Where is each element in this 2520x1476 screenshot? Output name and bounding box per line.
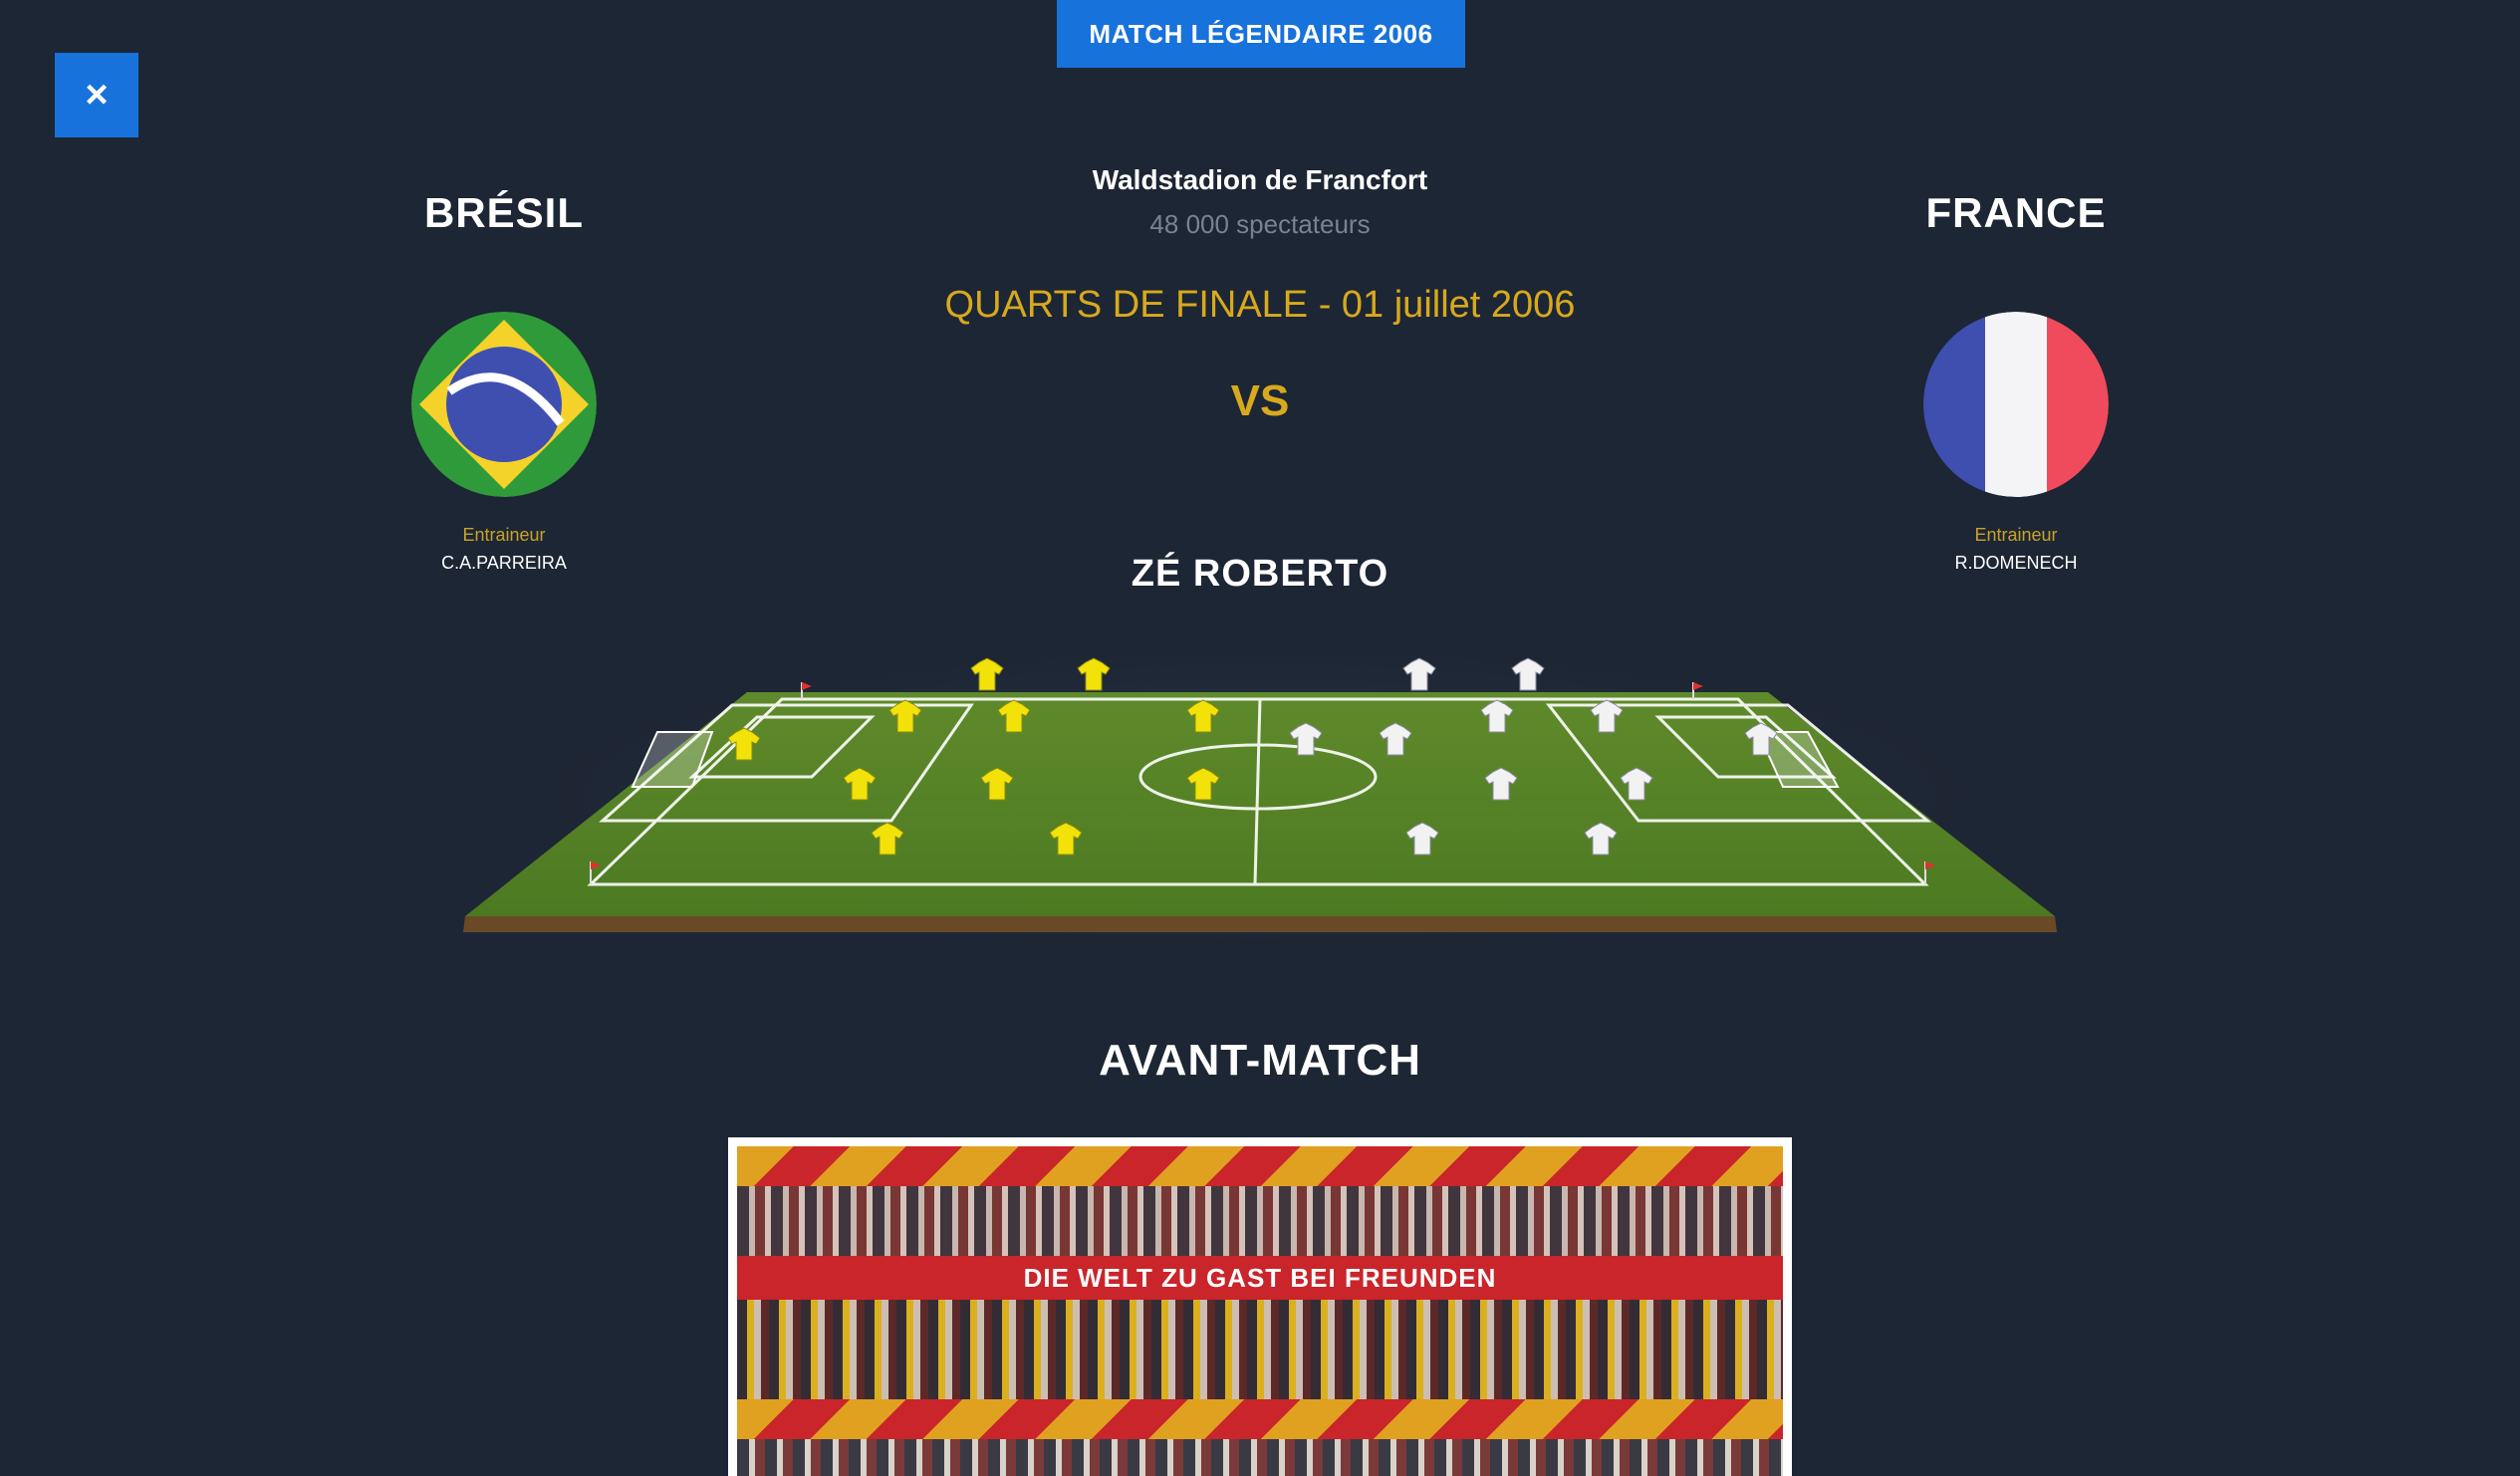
close-icon: × (85, 73, 109, 117)
match-badge: MATCH LÉGENDAIRE 2006 (1057, 0, 1465, 68)
pre-match-photo: DIE WELT ZU GAST BEI FREUNDEN (728, 1137, 1792, 1476)
pitch-lineup (453, 627, 2067, 966)
stadium-name: Waldstadion de Francfort (1092, 164, 1428, 195)
away-coach-name: R.DOMENECH (1954, 553, 2078, 573)
home-coach-label: Entraineur (462, 525, 546, 545)
spectator-count: 48 000 spectateurs (1149, 209, 1371, 239)
match-round-date: QUARTS DE FINALE - 01 juillet 2006 (944, 284, 1576, 326)
home-coach-name: C.A.PARREIRA (441, 553, 567, 573)
close-button[interactable]: × (55, 53, 138, 137)
brazil-flag-icon (411, 312, 597, 497)
away-team-name: FRANCE (1925, 189, 2107, 236)
highlighted-player-name: ZÉ ROBERTO (1131, 553, 1389, 595)
section-title: AVANT-MATCH (1099, 1036, 1421, 1085)
stadium-banner-text: DIE WELT ZU GAST BEI FREUNDEN (1023, 1263, 1497, 1293)
france-flag-icon (1923, 312, 2109, 497)
home-team-name: BRÉSIL (423, 189, 584, 236)
away-coach-label: Entraineur (1974, 525, 2058, 545)
vs-label: VS (1230, 376, 1290, 425)
